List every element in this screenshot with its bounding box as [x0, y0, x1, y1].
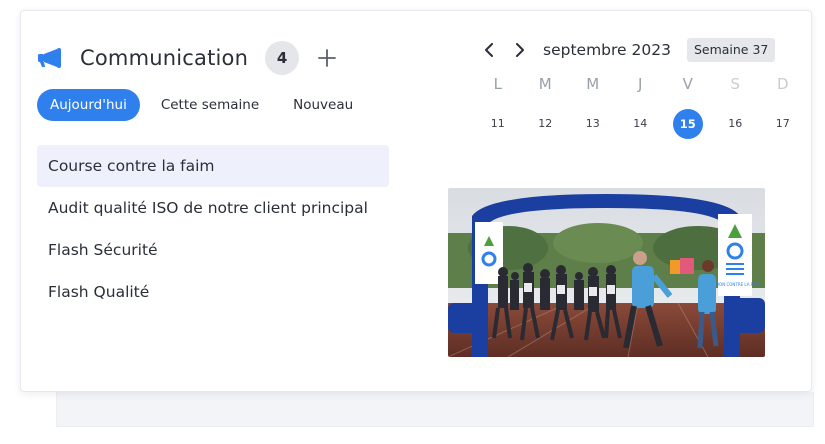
day-letter: M	[586, 75, 600, 93]
day-numbers-row: 11 12 13 14 15 16 17	[474, 95, 809, 140]
megaphone-icon	[37, 48, 65, 68]
tab-new[interactable]: Nouveau	[280, 89, 366, 121]
event-photo[interactable]: ACTION CONTRE LA FAIM	[448, 188, 765, 357]
day-number[interactable]: 13	[578, 109, 608, 139]
week-badge: Semaine 37	[686, 38, 776, 62]
day-letter: M	[538, 75, 552, 93]
widget-header: Communication 4	[37, 41, 341, 75]
day-number[interactable]: 17	[768, 109, 798, 139]
chevron-right-icon[interactable]	[508, 39, 530, 61]
day-letter: J	[638, 75, 643, 93]
filter-tabs: Aujourd'hui Cette semaine Nouveau	[37, 89, 374, 121]
tab-today[interactable]: Aujourd'hui	[37, 89, 140, 121]
calendar-month: septembre 2023	[543, 41, 671, 59]
list-item[interactable]: Flash Qualité	[37, 271, 389, 313]
item-count-badge: 4	[265, 41, 300, 75]
communication-widget: Communication 4 Aujourd'hui Cette semain…	[20, 10, 812, 392]
chevron-left-icon[interactable]	[479, 39, 501, 61]
day-number[interactable]: 12	[530, 109, 560, 139]
day-number[interactable]: 16	[720, 109, 750, 139]
widget-title: Communication	[80, 46, 249, 70]
tab-this-week[interactable]: Cette semaine	[148, 89, 272, 121]
day-number-today[interactable]: 15	[672, 109, 703, 139]
plus-icon[interactable]	[313, 44, 341, 72]
day-letter: L	[493, 75, 502, 93]
banner-text: ACTION CONTRE LA FAIM	[710, 282, 761, 287]
week-days: L M M J V S D 11 12 13 14 15 16 17	[474, 73, 809, 140]
day-number[interactable]: 11	[483, 109, 513, 139]
list-item[interactable]: Course contre la faim	[37, 145, 389, 187]
list-item[interactable]: Audit qualité ISO de notre client princi…	[37, 187, 389, 229]
list-item[interactable]: Flash Sécurité	[37, 229, 389, 271]
day-letter: V	[682, 75, 693, 93]
day-letter: S	[730, 75, 741, 93]
background-panel	[56, 392, 814, 427]
day-letter: D	[776, 75, 789, 93]
communication-list: Course contre la faim Audit qualité ISO …	[37, 145, 389, 313]
day-letters-row: L M M J V S D	[474, 73, 809, 95]
day-number[interactable]: 14	[625, 109, 655, 139]
calendar-nav: septembre 2023 Semaine 37	[479, 37, 776, 63]
race-photo-illustration: ACTION CONTRE LA FAIM	[448, 188, 765, 357]
